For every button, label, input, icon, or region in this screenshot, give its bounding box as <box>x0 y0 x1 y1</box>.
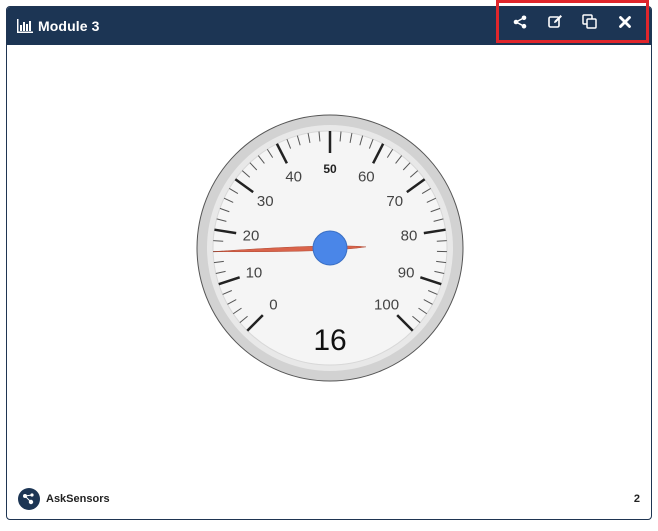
duplicate-button[interactable] <box>580 12 600 32</box>
gauge-tick-label: 70 <box>386 193 403 210</box>
share-icon <box>514 15 527 28</box>
gauge-svg: 0 10 20 30 40 50 60 70 80 90 100 16 <box>196 114 464 382</box>
asksensors-logo-icon <box>18 488 40 510</box>
gauge-tick-label: 20 <box>243 227 260 244</box>
gauge-tick-label: 80 <box>401 227 418 244</box>
gauge-tick-label: 100 <box>374 297 399 314</box>
close-icon <box>618 15 631 28</box>
module-title: Module 3 <box>38 18 100 34</box>
edit-icon <box>547 15 562 28</box>
footer-brand: AskSensors <box>18 488 110 510</box>
duplicate-icon <box>582 14 598 29</box>
gauge-minor-tick <box>436 240 447 242</box>
gauge-tick-label: 10 <box>246 265 263 282</box>
gauge-value: 16 <box>313 324 346 357</box>
module-card: Module 3 0 10 20 30 40 50 60 70 80 90 100 16 <box>6 6 652 520</box>
gauge: 0 10 20 30 40 50 60 70 80 90 100 16 <box>196 114 464 382</box>
bar-chart-icon <box>17 19 33 33</box>
close-button[interactable] <box>615 12 635 32</box>
gauge-tick-label: 40 <box>285 169 302 186</box>
page-number: 2 <box>633 493 640 505</box>
module-actions-toolbar <box>496 0 649 43</box>
gauge-tick-label: 90 <box>398 265 415 282</box>
gauge-tick-label: 50 <box>323 162 337 176</box>
gauge-tick-label: 30 <box>257 193 274 210</box>
brand-name: AskSensors <box>46 493 110 505</box>
edit-button[interactable] <box>545 12 565 32</box>
gauge-tick-label: 0 <box>269 297 277 314</box>
share-button[interactable] <box>510 12 530 32</box>
gauge-hub <box>312 230 348 266</box>
gauge-tick-label: 60 <box>358 169 375 186</box>
module-title-wrap: Module 3 <box>17 7 99 45</box>
gauge-minor-tick <box>213 240 224 242</box>
